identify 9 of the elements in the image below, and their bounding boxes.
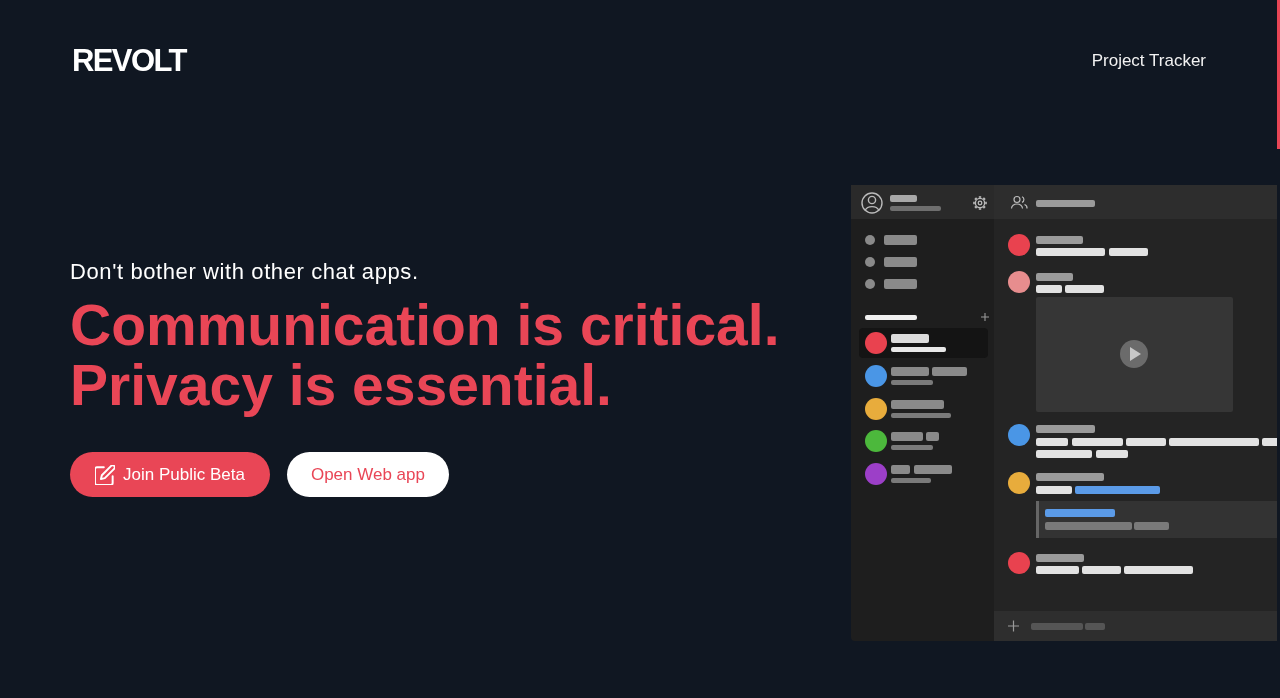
tagline: Don't bother with other chat apps. bbox=[70, 258, 420, 286]
logo: REVOLT bbox=[72, 43, 186, 79]
nav-link[interactable]: Project Tracker bbox=[1091, 51, 1206, 71]
headline: Privacy is essential. bbox=[70, 355, 613, 415]
headline: Communication is critical. bbox=[70, 295, 781, 355]
join-beta-button[interactable]: Join Public Beta bbox=[70, 452, 270, 497]
open-web-app-button[interactable]: Open Web app bbox=[286, 452, 449, 497]
edit-icon bbox=[95, 464, 115, 485]
scrollbar-thumb[interactable] bbox=[1277, 0, 1280, 149]
